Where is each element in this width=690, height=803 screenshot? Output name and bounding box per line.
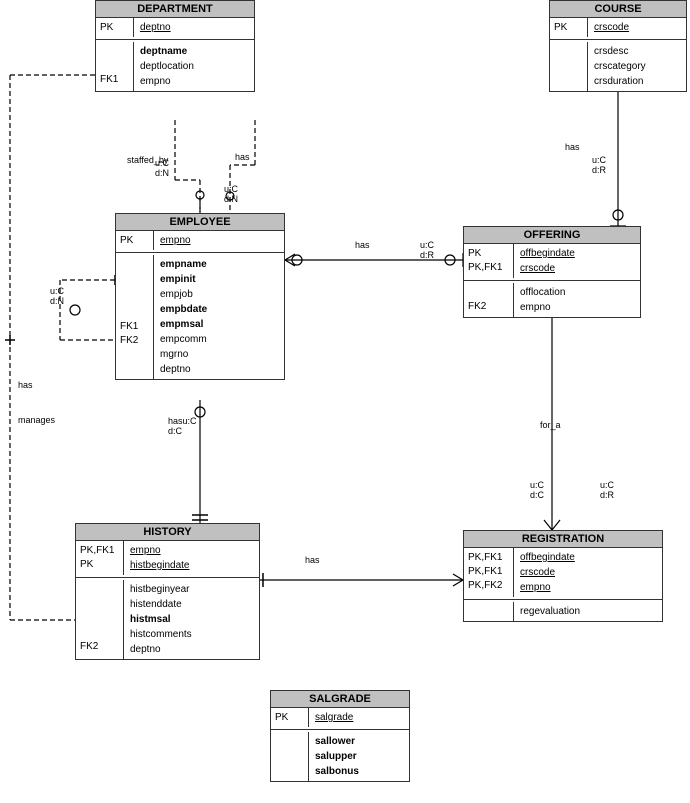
off-fk2-label: FK2 bbox=[468, 299, 509, 313]
hist-pk-label: PK bbox=[80, 557, 119, 571]
hist-attr-histenddate: histenddate bbox=[130, 597, 182, 612]
emp-attr-empbdate: empbdate bbox=[160, 302, 207, 317]
emp-attr-empname: empname bbox=[160, 257, 207, 272]
label-manages: manages bbox=[18, 415, 55, 425]
off-pk-label: PK bbox=[468, 246, 509, 260]
course-attr-crscode: crscode bbox=[594, 20, 629, 35]
entity-course: COURSE PK crscode crsdesc crscategory cr… bbox=[549, 0, 687, 92]
off-attr-crscode: crscode bbox=[520, 261, 555, 276]
dept-attr-deptlocation: deptlocation bbox=[140, 59, 194, 74]
entity-registration-title: REGISTRATION bbox=[464, 531, 662, 548]
label-uc-dr-2: u:Cd:R bbox=[420, 240, 434, 260]
emp-attr-empjob: empjob bbox=[160, 287, 193, 302]
hist-fk2-label: FK2 bbox=[80, 639, 119, 653]
diagram-lines bbox=[0, 0, 690, 803]
label-uc-dr-3: u:Cd:R bbox=[600, 480, 614, 500]
reg-pkfk1-label: PK,FK1 bbox=[468, 550, 509, 564]
hist-pkfk1-label: PK,FK1 bbox=[80, 543, 119, 557]
label-has-emp-offering: has bbox=[355, 240, 370, 250]
off-attr-offbegindate: offbegindate bbox=[520, 246, 575, 261]
hist-attr-histbeginyear: histbeginyear bbox=[130, 582, 189, 597]
emp-attr-empno: empno bbox=[160, 233, 191, 248]
reg-attr-empno: empno bbox=[520, 580, 551, 595]
hist-attr-histmsal: histmsal bbox=[130, 612, 171, 627]
dept-fk1-label: FK1 bbox=[100, 72, 129, 86]
entity-salgrade: SALGRADE PK salgrade sallower salupper s… bbox=[270, 690, 410, 782]
label-has-left: has bbox=[18, 380, 33, 390]
label-uc-dn-2: u:Cd:N bbox=[224, 184, 238, 204]
label-uc-dr-1: u:Cd:R bbox=[592, 155, 606, 175]
emp-attr-mgrno: mgrno bbox=[160, 347, 188, 362]
emp-attr-empinit: empinit bbox=[160, 272, 196, 287]
hist-attr-empno: empno bbox=[130, 543, 161, 558]
off-attr-empno: empno bbox=[520, 300, 551, 315]
sal-attr-sallower: sallower bbox=[315, 734, 355, 749]
reg-attr-regevaluation: regevaluation bbox=[520, 604, 580, 619]
sal-attr-salupper: salupper bbox=[315, 749, 357, 764]
diagram-container: staffed_by has has has has has manages f… bbox=[0, 0, 690, 803]
label-for-a: for_a bbox=[540, 420, 561, 430]
emp-attr-empcomm: empcomm bbox=[160, 332, 207, 347]
emp-fk1-label: FK1 bbox=[120, 319, 149, 333]
entity-history-title: HISTORY bbox=[76, 524, 259, 541]
emp-pk-label: PK bbox=[120, 233, 149, 247]
label-uc-dc-1: u:Cd:C bbox=[530, 480, 544, 500]
label-has-course-offering: has bbox=[565, 142, 580, 152]
dept-attr-empno: empno bbox=[140, 74, 171, 89]
reg-pkfk2-label: PK,FK2 bbox=[468, 578, 509, 592]
dept-attr-deptname: deptname bbox=[140, 44, 187, 59]
course-attr-crsdesc: crsdesc bbox=[594, 44, 628, 59]
entity-employee-title: EMPLOYEE bbox=[116, 214, 284, 231]
sal-attr-salgrade: salgrade bbox=[315, 710, 353, 725]
label-has-emp-history: has bbox=[305, 555, 320, 565]
sal-pk-label: PK bbox=[275, 710, 304, 724]
off-pkfk1-label: PK,FK1 bbox=[468, 260, 509, 274]
entity-offering: OFFERING PK PK,FK1 offbegindate crscode … bbox=[463, 226, 641, 318]
label-hasu-c: hasu:Cd:C bbox=[168, 416, 197, 436]
entity-salgrade-title: SALGRADE bbox=[271, 691, 409, 708]
course-attr-crsduration: crsduration bbox=[594, 74, 643, 89]
course-attr-crscategory: crscategory bbox=[594, 59, 646, 74]
dept-attr-deptno: deptno bbox=[140, 20, 171, 35]
entity-employee: EMPLOYEE PK empno FK1 FK2 empname empini… bbox=[115, 213, 285, 380]
reg-attr-crscode: crscode bbox=[520, 565, 555, 580]
entity-registration: REGISTRATION PK,FK1 PK,FK1 PK,FK2 offbeg… bbox=[463, 530, 663, 622]
entity-department: DEPARTMENT PK deptno FK1 deptname deptlo… bbox=[95, 0, 255, 92]
entity-department-title: DEPARTMENT bbox=[96, 1, 254, 18]
reg-pkfk1b-label: PK,FK1 bbox=[468, 564, 509, 578]
hist-attr-histbegindate: histbegindate bbox=[130, 558, 190, 573]
course-pk-label: PK bbox=[554, 20, 583, 34]
label-uc-dn-3: u:Cd:N bbox=[50, 286, 64, 306]
hist-attr-histcomments: histcomments bbox=[130, 627, 192, 642]
emp-fk2-label: FK2 bbox=[120, 333, 149, 347]
off-attr-offlocation: offlocation bbox=[520, 285, 565, 300]
label-has-dept-emp: has bbox=[235, 152, 250, 162]
emp-attr-empmsal: empmsal bbox=[160, 317, 203, 332]
entity-offering-title: OFFERING bbox=[464, 227, 640, 244]
entity-history: HISTORY PK,FK1 PK empno histbegindate FK… bbox=[75, 523, 260, 660]
label-uc-dn-1: u:Cd:N bbox=[155, 158, 169, 178]
sal-attr-salbonus: salbonus bbox=[315, 764, 359, 779]
hist-attr-deptno: deptno bbox=[130, 642, 161, 657]
entity-course-title: COURSE bbox=[550, 1, 686, 18]
dept-pk-label: PK bbox=[100, 20, 129, 34]
reg-attr-offbegindate: offbegindate bbox=[520, 550, 575, 565]
emp-attr-deptno: deptno bbox=[160, 362, 191, 377]
